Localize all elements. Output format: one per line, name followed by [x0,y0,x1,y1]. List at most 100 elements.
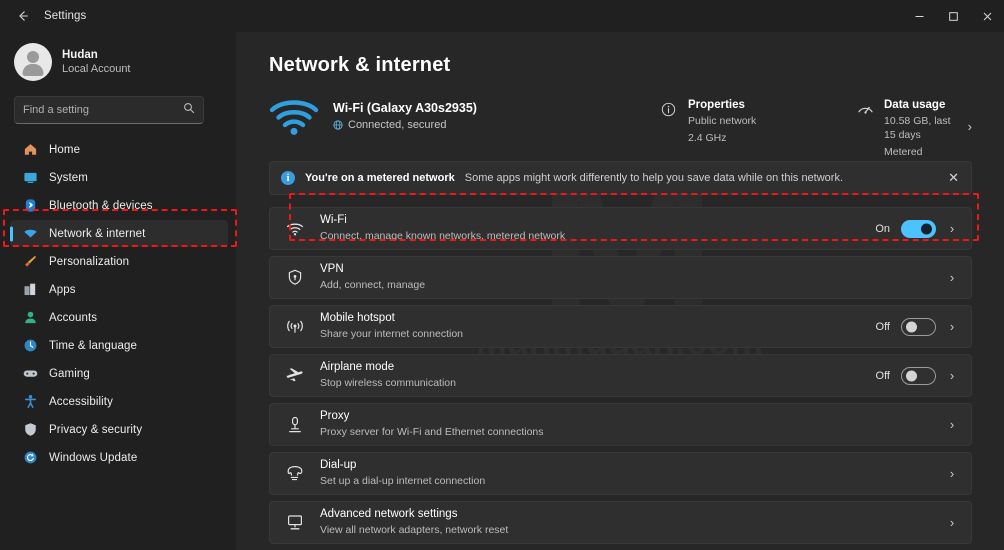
sidebar-item-apps[interactable]: Apps [10,276,228,303]
data-usage-title: Data usage [884,99,946,111]
chevron-right-icon[interactable]: › [947,368,957,383]
connected-network-info: Wi-Fi (Galaxy A30s2935) Connected, secur… [333,93,661,131]
sidebar-item-privacy-security[interactable]: Privacy & security [10,416,228,443]
accessibility-icon [22,394,38,410]
toggle-state-label: On [875,222,890,235]
sidebar-item-label: Windows Update [49,451,138,464]
settings-rows: Wi-Fi Connect, manage known networks, me… [269,207,972,544]
row-dial-up[interactable]: Dial-up Set up a dial-up internet connec… [269,452,972,495]
sidebar-item-network[interactable]: Network & internet [10,220,228,247]
maximize-icon [948,11,958,21]
sidebar-item-system[interactable]: System [10,164,228,191]
row-proxy[interactable]: Proxy Proxy server for Wi-Fi and Etherne… [269,403,972,446]
row-title: Dial-up [320,459,357,472]
wifi-icon [285,221,304,237]
chevron-right-icon[interactable]: › [947,466,957,481]
sidebar-item-personalization[interactable]: Personalization [10,248,228,275]
clock-icon [22,338,38,354]
row-subtitle: Share your internet connection [320,328,464,341]
row-title: Airplane mode [320,361,395,374]
update-icon [22,450,38,466]
sidebar-item-label: Bluetooth & devices [49,199,153,212]
mobile-hotspot-toggle[interactable] [901,317,936,336]
system-icon [22,170,38,186]
bluetooth-icon [22,198,38,214]
chevron-right-icon[interactable]: › [947,270,957,285]
banner-description: Some apps might work differently to help… [464,172,844,184]
airplane-mode-toggle[interactable] [901,366,936,385]
gamepad-icon [22,366,38,382]
shield-icon [22,422,38,438]
accounts-icon [22,310,38,326]
info-icon [661,99,679,122]
back-button[interactable] [8,4,38,28]
row-title: Advanced network settings [320,508,458,521]
banner-headline: You're on a metered network [305,172,455,184]
sidebar-item-label: Home [49,143,81,156]
close-button[interactable] [970,0,1004,32]
row-subtitle: Proxy server for Wi-Fi and Ethernet conn… [320,426,544,439]
network-status-header: Wi-Fi (Galaxy A30s2935) Connected, secur… [269,93,972,158]
sidebar-item-windows-update[interactable]: Windows Update [10,444,228,471]
connected-network-name: Wi-Fi (Galaxy A30s2935) [333,101,477,115]
sidebar-item-label: Time & language [49,339,138,352]
account-type: Local Account [62,63,131,76]
sidebar-item-label: Apps [49,283,76,296]
sidebar-item-label: Network & internet [49,227,146,240]
data-usage-chevron-icon[interactable]: › [968,119,972,134]
minimize-button[interactable] [902,0,936,32]
row-title: Mobile hotspot [320,312,395,325]
sidebar-item-accessibility[interactable]: Accessibility [10,388,228,415]
sidebar-item-bluetooth[interactable]: Bluetooth & devices [10,192,228,219]
row-subtitle: Connect, manage known networks, metered … [320,230,566,243]
back-arrow-icon [19,11,28,21]
data-usage-section[interactable]: Data usage 10.58 GB, last 15 days › Mete… [857,93,972,160]
hotspot-icon [285,318,304,335]
row-subtitle: Set up a dial-up internet connection [320,475,486,488]
account-name: Hudan [62,48,98,61]
row-title: VPN [320,263,344,276]
row-advanced-network-settings[interactable]: Advanced network settings View all netwo… [269,501,972,544]
properties-section[interactable]: Properties Public network 2.4 GHz [661,93,857,145]
dialup-icon [285,465,304,482]
sidebar: Hudan Local Account Find a setting Home … [0,32,236,550]
sidebar-item-accounts[interactable]: Accounts [10,304,228,331]
advanced-network-icon [285,514,304,531]
row-mobile-hotspot[interactable]: Mobile hotspot Share your internet conne… [269,305,972,348]
metered-network-banner: i You're on a metered network Some apps … [269,161,972,195]
sidebar-item-time-language[interactable]: Time & language [10,332,228,359]
title-bar: Settings [0,0,1004,32]
properties-line2: 2.4 GHz [688,132,727,145]
row-vpn[interactable]: VPN Add, connect, manage › [269,256,972,299]
connection-status: Connected, secured [348,119,447,131]
row-title: Proxy [320,410,350,423]
wifi-toggle[interactable] [901,219,936,238]
row-wifi[interactable]: Wi-Fi Connect, manage known networks, me… [269,207,972,250]
search-box[interactable] [14,96,204,124]
globe-icon [333,120,343,130]
toggle-state-label: Off [875,369,890,382]
search-icon [183,101,195,119]
sidebar-item-gaming[interactable]: Gaming [10,360,228,387]
window-controls [902,0,1004,32]
chevron-right-icon[interactable]: › [947,515,957,530]
close-icon[interactable]: ✕ [948,170,959,186]
network-icon [22,226,38,242]
data-usage-icon [857,99,875,122]
row-subtitle: Add, connect, manage [320,279,426,292]
account-section[interactable]: Hudan Local Account [4,32,232,90]
sidebar-item-label: Accessibility [49,395,113,408]
chevron-right-icon[interactable]: › [947,221,957,236]
maximize-button[interactable] [936,0,970,32]
apps-icon [22,282,38,298]
page-title: Network & internet [269,54,451,76]
sidebar-item-home[interactable]: Home [10,136,228,163]
search-input[interactable] [23,104,195,116]
sidebar-item-label: Gaming [49,367,90,380]
proxy-icon [285,416,304,434]
chevron-right-icon[interactable]: › [947,417,957,432]
row-airplane-mode[interactable]: Airplane mode Stop wireless communicatio… [269,354,972,397]
avatar [14,43,52,81]
chevron-right-icon[interactable]: › [947,319,957,334]
avatar-body [22,64,44,76]
